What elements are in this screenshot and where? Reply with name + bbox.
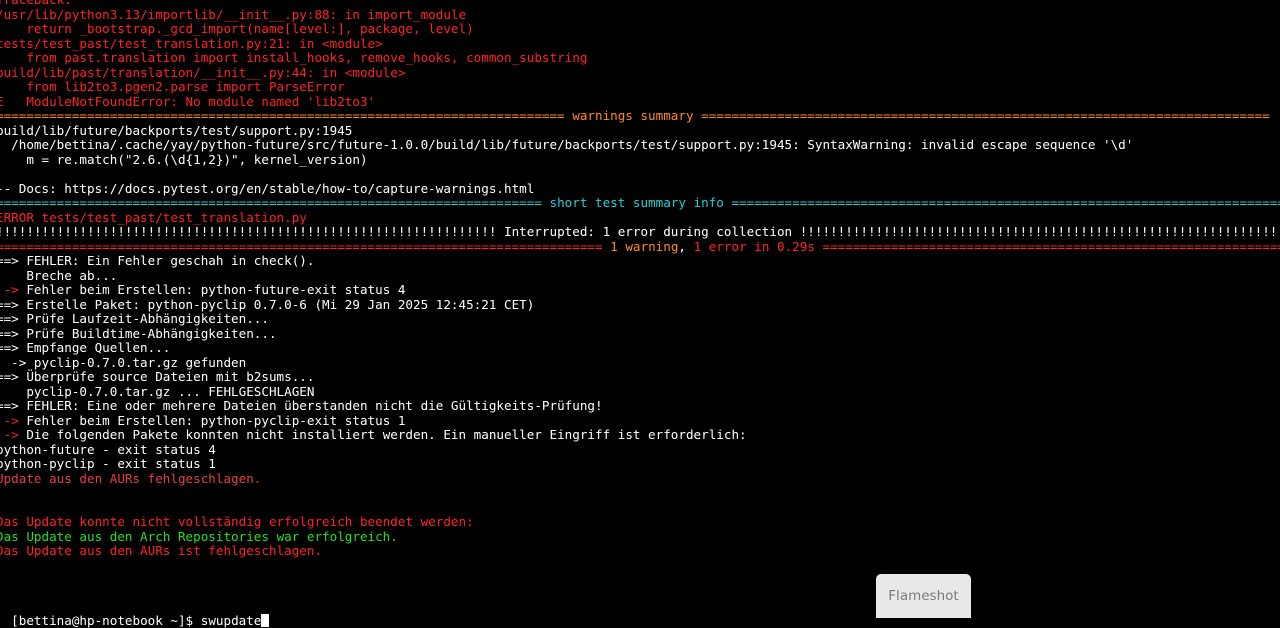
terminal-line: ========================================… [0, 195, 1280, 210]
terminal-line: ==> Erstelle Paket: python-pyclip 0.7.0-… [0, 296, 535, 312]
error-arrow: -> [3, 427, 19, 442]
terminal-line: from lib2to3.pgen2.parse import ParseErr… [0, 79, 345, 94]
terminal-line: -- Docs: https://docs.pytest.org/en/stab… [0, 180, 535, 196]
summary-time: in 0.29s [746, 238, 823, 254]
terminal-line: ERROR tests/test_past/test_translation.p… [0, 209, 307, 225]
terminal-line: ==> Prüfe Laufzeit-Abhängigkeiten... [0, 311, 269, 326]
terminal-line: build/lib/past/translation/__init__.py:4… [0, 64, 406, 80]
shell-prompt: [bettina@hp-notebook ~]$ [11, 613, 201, 628]
terminal-line: return _bootstrap._gcd_import(name[level… [0, 21, 474, 36]
terminal-line: ==> FEHLER: Eine oder mehrere Dateien üb… [0, 398, 603, 413]
terminal-line: pyclip-0.7.0.tar.gz ... FEHLGESCHLAGEN [0, 383, 315, 399]
terminal-line: -> Fehler beim Erstellen: python-pyclip-… [0, 412, 1276, 429]
text-cursor [261, 614, 270, 627]
terminal-output: Traceback:/usr/lib/python3.13/importlib/… [0, 0, 1280, 613]
terminal-line: !!!!!!!!!!!!!!!!!!!!!!!!!!!!!!!!!!!!!!!!… [0, 224, 1280, 239]
error-arrow: -> [3, 282, 19, 297]
terminal-line: -> pyclip-0.7.0.tar.gz gefunden [0, 354, 247, 370]
terminal-line: Das Update aus den AURs ist fehlgeschlag… [0, 543, 323, 558]
summary-comma: , [678, 238, 694, 254]
terminal-line: ========================================… [0, 238, 1280, 255]
terminal-line: /usr/lib/python3.13/importlib/__init__.p… [0, 6, 467, 22]
line-text: Fehler beim Erstellen: python-future-exi… [18, 282, 406, 297]
terminal-line: Breche ab... [0, 267, 118, 283]
terminal-line: ==> Überprüfe source Dateien mit b2sums.… [0, 369, 315, 384]
summary-left-sep: ========================================… [0, 238, 611, 254]
shell-command: swupdate [200, 613, 262, 628]
terminal-line: python-pyclip - exit status 1 [0, 456, 216, 471]
summary-err: 1 error [693, 238, 747, 254]
terminal-line: from past.translation import install_hoo… [0, 50, 588, 65]
terminal-line: python-future - exit status 4 [0, 441, 216, 457]
terminal-line: tests/test_past/test_translation.py:21: … [0, 35, 383, 51]
terminal-line: Update aus den AURs fehlgeschlagen. [0, 470, 262, 486]
summary-warn: 1 warning [610, 238, 679, 254]
summary-right-sep: ========================================… [822, 238, 1280, 254]
line-text: Fehler beim Erstellen: python-pyclip-exi… [18, 412, 406, 428]
terminal-line: ==> Empfange Quellen... [0, 340, 171, 355]
terminal-line: Das Update konnte nicht vollständig erfo… [0, 514, 474, 529]
flameshot-tooltip: Flameshot [876, 574, 971, 618]
terminal-line: ========================================… [0, 108, 1270, 123]
line-text: Die folgenden Pakete konnten nicht insta… [18, 427, 747, 442]
terminal-line: -> Fehler beim Erstellen: python-future-… [0, 282, 1276, 298]
terminal-line: ==> Prüfe Buildtime-Abhängigkeiten... [0, 325, 277, 341]
error-arrow: -> [3, 412, 19, 428]
terminal-line: ==> FEHLER: Ein Fehler geschah in check(… [0, 253, 315, 268]
terminal-line: Das Update aus den Arch Repositories war… [0, 528, 398, 544]
terminal-line: m = re.match("2.6.(\d{1,2})", kernel_ver… [0, 151, 368, 167]
terminal-line: /home/bettina/.cache/yay/python-future/s… [0, 137, 1134, 152]
terminal-line: E ModuleNotFoundError: No module named '… [0, 93, 376, 109]
shell-prompt-line[interactable]: [bettina@hp-notebook ~]$ swupdate [0, 598, 270, 628]
terminal-line: -> Die folgenden Pakete konnten nicht in… [0, 427, 1276, 443]
flameshot-label: Flameshot [888, 588, 959, 604]
terminal-line: build/lib/future/backports/test/support.… [0, 122, 353, 138]
